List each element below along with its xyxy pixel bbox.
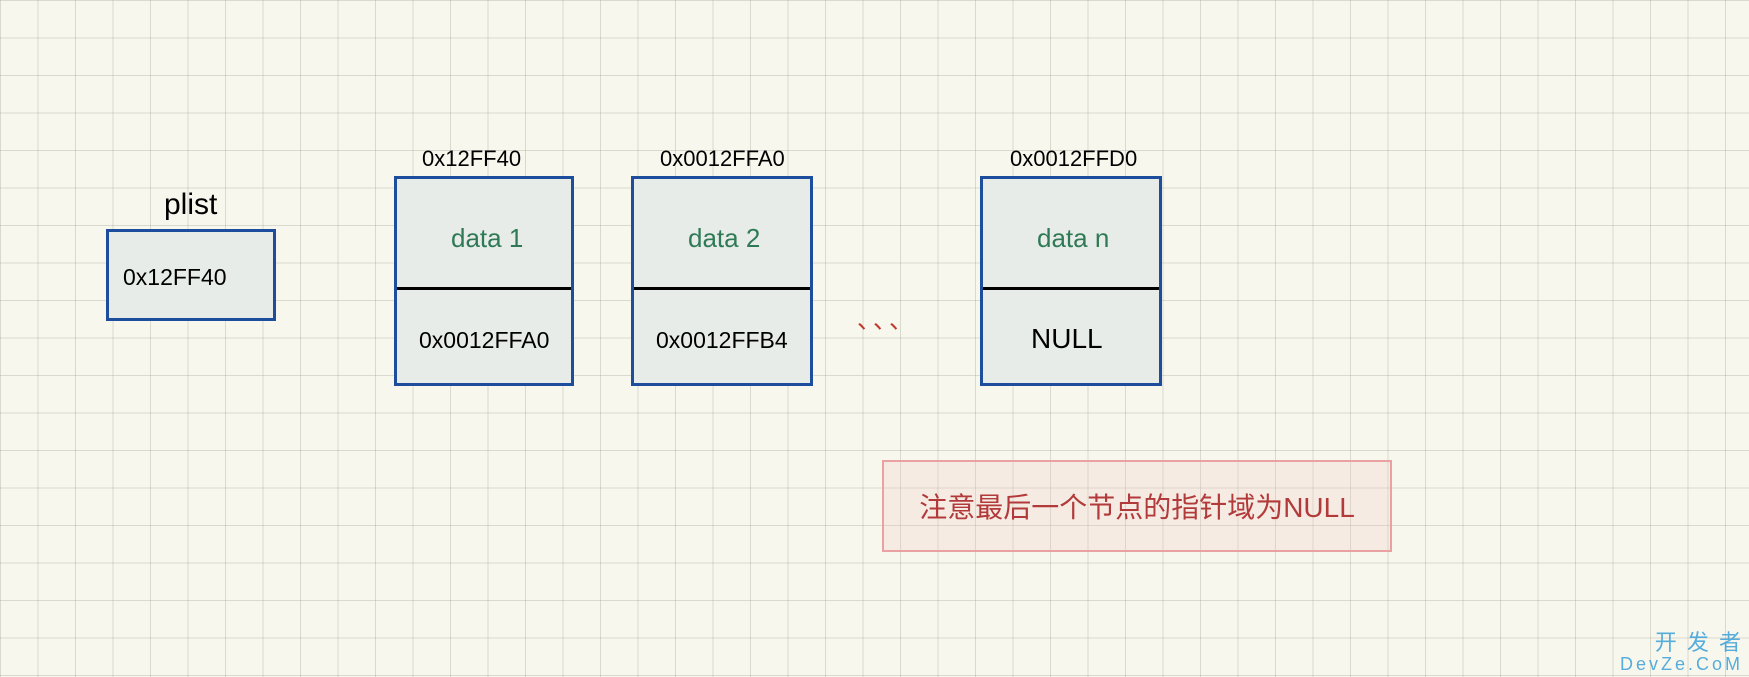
node3-top-addr: 0x0012FFD0 [1010,146,1137,172]
arrows-layer [0,0,300,150]
node1-top-addr: 0x12FF40 [422,146,521,172]
node3-divider [983,287,1159,290]
watermark-line1: 开 发 者 [1620,631,1743,655]
node1-divider [397,287,571,290]
plist-box: 0x12FF40 [106,229,276,321]
node1-box: data 1 0x0012FFA0 [394,176,574,386]
node2-next: 0x0012FFB4 [656,327,788,354]
node2-top-addr: 0x0012FFA0 [660,146,785,172]
node3-data: data n [1037,223,1109,254]
node2-data: data 2 [688,223,760,254]
note-text: 注意最后一个节点的指针域为NULL [919,486,1355,526]
watermark: 开 发 者 DevZe.CoM [1620,631,1743,675]
grid-background [0,0,1749,677]
plist-label: plist [164,188,217,222]
plist-value: 0x12FF40 [123,264,227,291]
node3-next: NULL [1031,323,1103,355]
note-box: 注意最后一个节点的指针域为NULL [882,460,1392,552]
node1-data: data 1 [451,223,523,254]
node2-divider [634,287,810,290]
node2-box: data 2 0x0012FFB4 [631,176,813,386]
node1-next: 0x0012FFA0 [419,327,549,354]
ellipsis: 、、、 [857,300,917,335]
watermark-line2: DevZe.CoM [1620,655,1743,675]
star-icon [0,0,300,150]
node3-box: data n NULL [980,176,1162,386]
